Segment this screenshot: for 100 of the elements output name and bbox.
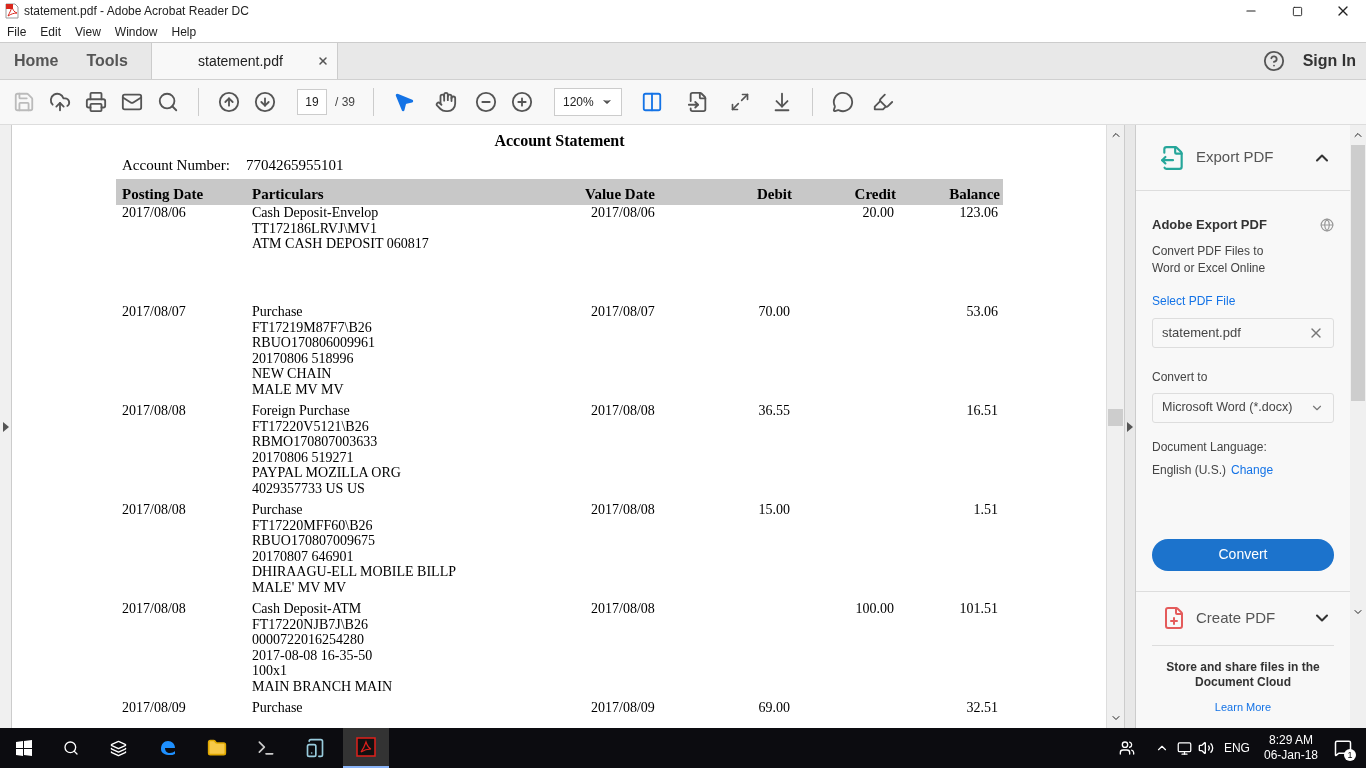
language-label: Document Language: — [1152, 438, 1268, 456]
notification-count: 1 — [1344, 749, 1356, 761]
menu-item[interactable]: File — [7, 23, 27, 41]
tablet-icon[interactable] — [305, 738, 325, 758]
table-cell: FT17220V5121\B26 — [252, 418, 369, 434]
maximize-icon[interactable] — [1291, 5, 1303, 17]
page-number-field[interactable]: 19 — [297, 89, 327, 115]
table-cell: 53.06 — [966, 304, 998, 319]
table-cell: DHIRAAGU-ELL MOBILE BILLP — [252, 564, 456, 580]
menu-item[interactable]: Help — [171, 23, 197, 41]
folder-icon[interactable] — [207, 738, 227, 758]
column-header: Posting Date — [121, 186, 205, 202]
close-tab-icon[interactable] — [317, 55, 329, 67]
column-header: Value Date — [585, 186, 656, 202]
export-pdf-icon — [1160, 144, 1186, 171]
table-cell: ATM CASH DEPOSIT 060817 — [252, 236, 429, 252]
zoom-dropdown[interactable]: 120% — [554, 88, 622, 116]
table-cell-text: 2017/08/06 — [591, 205, 656, 221]
table-cell: Purchase — [252, 700, 303, 716]
sign-in-button[interactable]: Sign In — [1302, 49, 1356, 73]
table-cell: 0000722016254280 — [252, 632, 364, 648]
search-icon[interactable] — [63, 740, 79, 756]
format-dropdown[interactable]: Microsoft Word (*.docx) — [1152, 392, 1334, 423]
nav-tab[interactable]: Tools — [72, 43, 142, 79]
table-cell: RBUO170806009961 — [252, 335, 375, 351]
table-cell-text: 2017/08/08 — [121, 502, 187, 518]
table-cell: 100x1 — [252, 663, 287, 679]
account-label: Account Number: — [122, 157, 231, 173]
table-cell: 2017-08-08 16-35-50 — [252, 647, 373, 663]
scrollbar-thumb[interactable] — [1108, 409, 1123, 426]
table-cell-text: 2017/08/08 — [591, 403, 656, 419]
table-cell: 70.00 — [758, 304, 790, 319]
table-cell-text: 2017/08/08 — [121, 601, 187, 617]
table-cell: 36.55 — [758, 403, 790, 418]
clock[interactable]: 8:29 AM 06-Jan-18 — [1263, 733, 1318, 763]
help-icon[interactable] — [1262, 50, 1285, 72]
collapse-panel-icon[interactable] — [1127, 421, 1133, 432]
network-icon[interactable] — [1176, 740, 1192, 756]
table-cell: 69.00 — [758, 700, 790, 715]
export-pdf-tool[interactable]: Export PDF — [1196, 146, 1274, 169]
acrobat-taskbar-button[interactable] — [343, 728, 389, 768]
table-cell: 20170806 518996 — [252, 350, 354, 366]
column-header: Credit — [853, 186, 896, 202]
table-cell: 20.00 — [862, 205, 894, 220]
column-header: Debit — [756, 186, 792, 202]
table-cell-text: 2017/08/08 — [121, 403, 187, 419]
table-cell: 20170806 519271 — [252, 449, 354, 465]
document-tab[interactable]: statement.pdf — [152, 43, 338, 79]
convert-to-label: Convert to — [1152, 368, 1209, 386]
table-cell: NEW CHAIN — [252, 366, 332, 382]
pdf-app-icon — [4, 3, 20, 19]
expand-left-icon[interactable] — [2, 421, 9, 432]
table-cell: PAYPAL MOZILLA ORG — [252, 465, 401, 481]
menu-item[interactable]: View — [75, 23, 101, 41]
table-cell-text: 2017/08/06 — [121, 205, 187, 221]
browser-e-icon[interactable] — [158, 738, 178, 758]
table-cell: MAIN BRANCH MAIN — [252, 678, 392, 694]
table-cell: FT17219M87F7\B26 — [252, 319, 372, 335]
volume-icon[interactable] — [1197, 740, 1214, 756]
create-pdf-tool[interactable]: Create PDF — [1196, 606, 1276, 630]
table-cell-text: 2017/08/07 — [591, 304, 656, 320]
table-cell-text: 2017/08/09 — [591, 700, 656, 716]
select-file-link[interactable]: Select PDF File — [1152, 291, 1334, 310]
table-cell: 15.00 — [758, 502, 790, 517]
table-cell: 100.00 — [855, 601, 894, 616]
pdf-app-icon[interactable] — [356, 737, 376, 757]
menu-item[interactable]: Window — [114, 23, 158, 41]
page-count: / 39 — [335, 94, 355, 111]
windows-start-icon[interactable] — [16, 740, 32, 756]
terminal-icon[interactable] — [256, 738, 276, 758]
language-indicator[interactable]: ENG — [1223, 739, 1250, 757]
change-link[interactable]: Change — [1231, 460, 1274, 479]
table-cell: FT17220MFF60\B26 — [252, 517, 373, 533]
cloud-promo-text: Store and share files in the Document Cloud — [1165, 659, 1321, 690]
column-header: Balance — [948, 186, 1000, 202]
panel-scrollbar-thumb[interactable] — [1351, 145, 1365, 401]
column-header: Particulars — [252, 186, 325, 202]
table-cell: FT17220NJB7J\B26 — [252, 616, 368, 632]
table-cell: Cash Deposit-Envelop — [252, 205, 379, 221]
table-cell: Foreign Purchase — [252, 403, 350, 419]
table-cell: 16.51 — [966, 403, 998, 418]
table-cell: Purchase — [252, 502, 303, 518]
selected-file-field[interactable]: statement.pdf — [1152, 317, 1334, 348]
menu-item[interactable]: Edit — [40, 23, 62, 41]
learn-more-link[interactable]: Learn More — [1214, 698, 1272, 715]
table-cell: 4029357733 US US — [252, 480, 365, 496]
people-icon[interactable] — [1118, 740, 1135, 756]
notifications-icon[interactable] — [1334, 739, 1352, 757]
table-cell: MALE MV MV — [252, 381, 344, 397]
create-pdf-icon — [1162, 606, 1186, 630]
table-cell: Cash Deposit-ATM — [252, 601, 362, 617]
nav-tab[interactable]: Home — [0, 43, 73, 79]
convert-button[interactable]: Convert — [1152, 538, 1334, 571]
table-cell: 1.51 — [973, 502, 998, 517]
table-cell-text: 2017/08/09 — [121, 700, 187, 716]
account-number: 7704265955101 — [246, 157, 344, 173]
table-cell: 101.51 — [959, 601, 998, 616]
table-cell: Purchase — [252, 304, 303, 320]
table-cell: 20170807 646901 — [252, 548, 354, 564]
table-cell: RBUO170807009675 — [252, 533, 375, 549]
